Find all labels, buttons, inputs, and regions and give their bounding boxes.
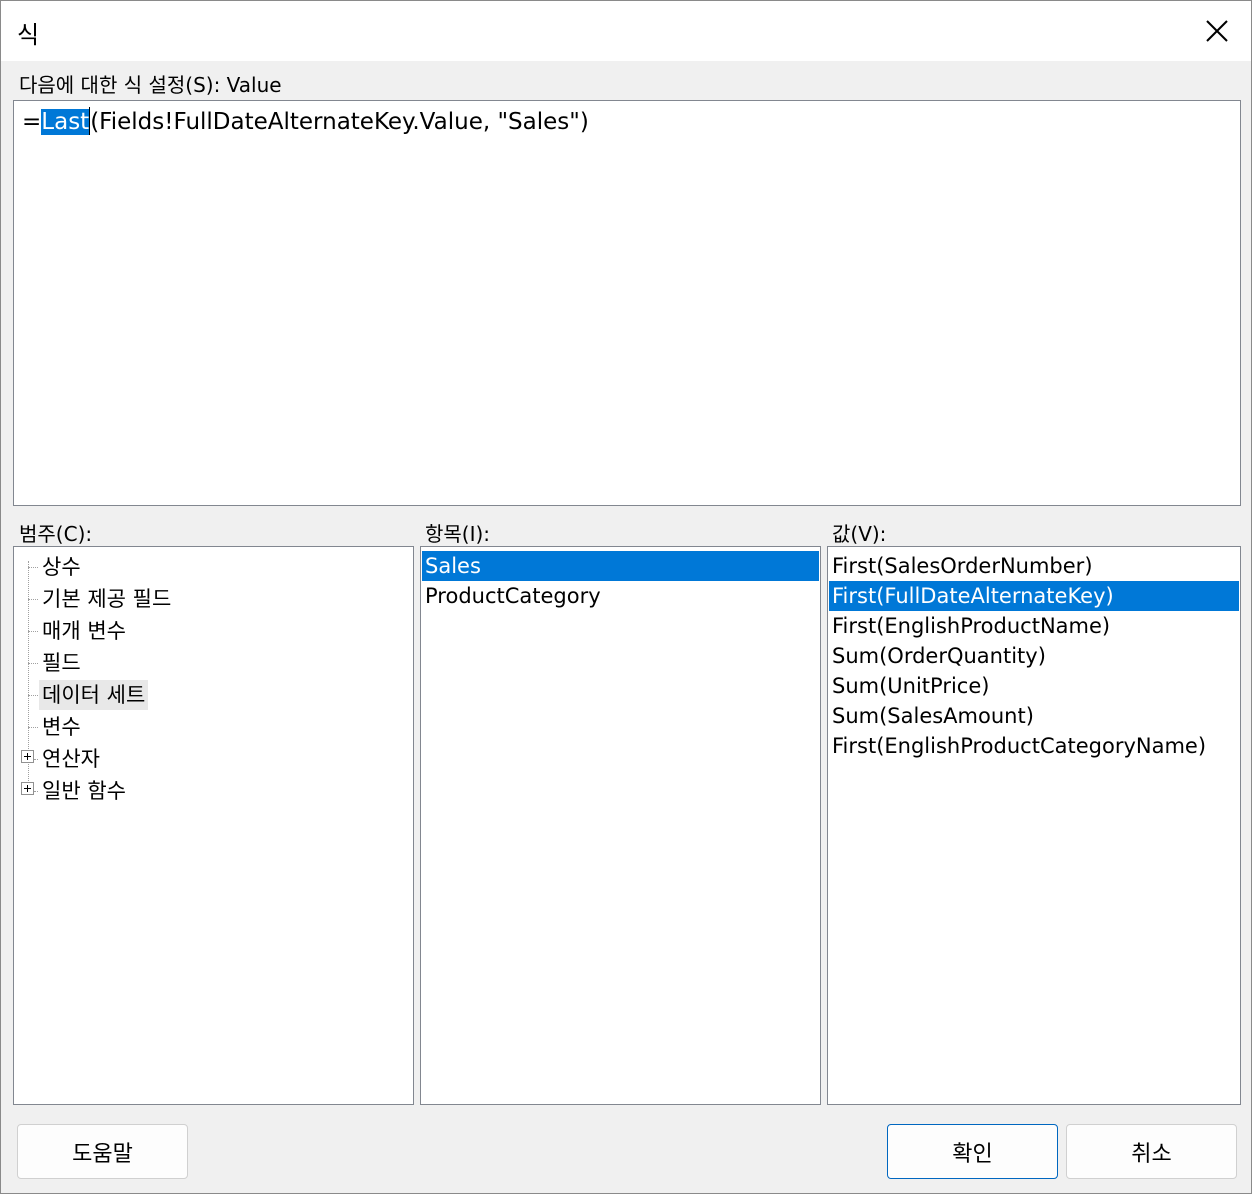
expression-prefix: =	[22, 109, 42, 135]
expression-text[interactable]: =Last(Fields!FullDateAlternateKey.Value,…	[22, 107, 589, 137]
tree-connector	[28, 727, 38, 728]
ok-button[interactable]: 확인	[887, 1124, 1058, 1179]
plus-expander-icon[interactable]	[21, 750, 34, 763]
value-list[interactable]: First(SalesOrderNumber) First(FullDateAl…	[827, 546, 1241, 1105]
title-bar: 식	[1, 1, 1251, 61]
tree-item-operators[interactable]: 연산자	[39, 744, 103, 774]
tree-connector	[28, 695, 38, 696]
expression-dialog: 식 다음에 대한 식 설정(S): Value =Last(Fields!Ful…	[0, 0, 1252, 1194]
list-item[interactable]: Sum(UnitPrice)	[829, 671, 1239, 701]
tree-item-datasets[interactable]: 데이터 세트	[39, 680, 149, 710]
list-item-productcategory[interactable]: ProductCategory	[422, 581, 819, 611]
list-item[interactable]: Sum(OrderQuantity)	[829, 641, 1239, 671]
expression-selected-text: Last	[41, 109, 90, 135]
tree-item-builtin-fields[interactable]: 기본 제공 필드	[39, 584, 174, 614]
expression-editor[interactable]: =Last(Fields!FullDateAlternateKey.Value,…	[13, 100, 1241, 506]
tree-item-constants[interactable]: 상수	[39, 552, 84, 582]
tree-connector	[28, 663, 38, 664]
tree-connector	[28, 599, 38, 600]
tree-connector	[28, 631, 38, 632]
tree-item-parameters[interactable]: 매개 변수	[39, 616, 129, 646]
value-label: 값(V):	[832, 522, 887, 546]
tree-item-fields[interactable]: 필드	[39, 648, 84, 678]
help-button[interactable]: 도움말	[17, 1124, 188, 1179]
expression-rest: (Fields!FullDateAlternateKey.Value, "Sal…	[90, 109, 589, 135]
close-button[interactable]	[1187, 5, 1247, 57]
tree-connector	[34, 759, 38, 760]
list-item[interactable]: Sum(SalesAmount)	[829, 701, 1239, 731]
list-item[interactable]: First(EnglishProductName)	[829, 611, 1239, 641]
close-icon	[1206, 20, 1228, 42]
list-item-sales[interactable]: Sales	[422, 551, 819, 581]
tree-connector	[34, 791, 38, 792]
list-item[interactable]: First(EnglishProductCategoryName)	[829, 731, 1239, 761]
list-item[interactable]: First(FullDateAlternateKey)	[829, 581, 1239, 611]
category-tree[interactable]: 상수 기본 제공 필드 매개 변수 필드 데이터 세트 변수 연산자 일반 함수	[13, 546, 414, 1105]
item-list[interactable]: Sales ProductCategory	[420, 546, 821, 1105]
item-label: 항목(I):	[425, 522, 491, 546]
category-label: 범주(C):	[19, 522, 93, 546]
expression-label: 다음에 대한 식 설정(S): Value	[19, 73, 282, 97]
plus-expander-icon[interactable]	[21, 782, 34, 795]
cancel-button[interactable]: 취소	[1066, 1124, 1237, 1179]
list-item[interactable]: First(SalesOrderNumber)	[829, 551, 1239, 581]
dialog-title: 식	[17, 21, 40, 49]
tree-item-common-functions[interactable]: 일반 함수	[39, 776, 129, 806]
tree-connector	[28, 567, 38, 568]
tree-item-variables[interactable]: 변수	[39, 712, 84, 742]
